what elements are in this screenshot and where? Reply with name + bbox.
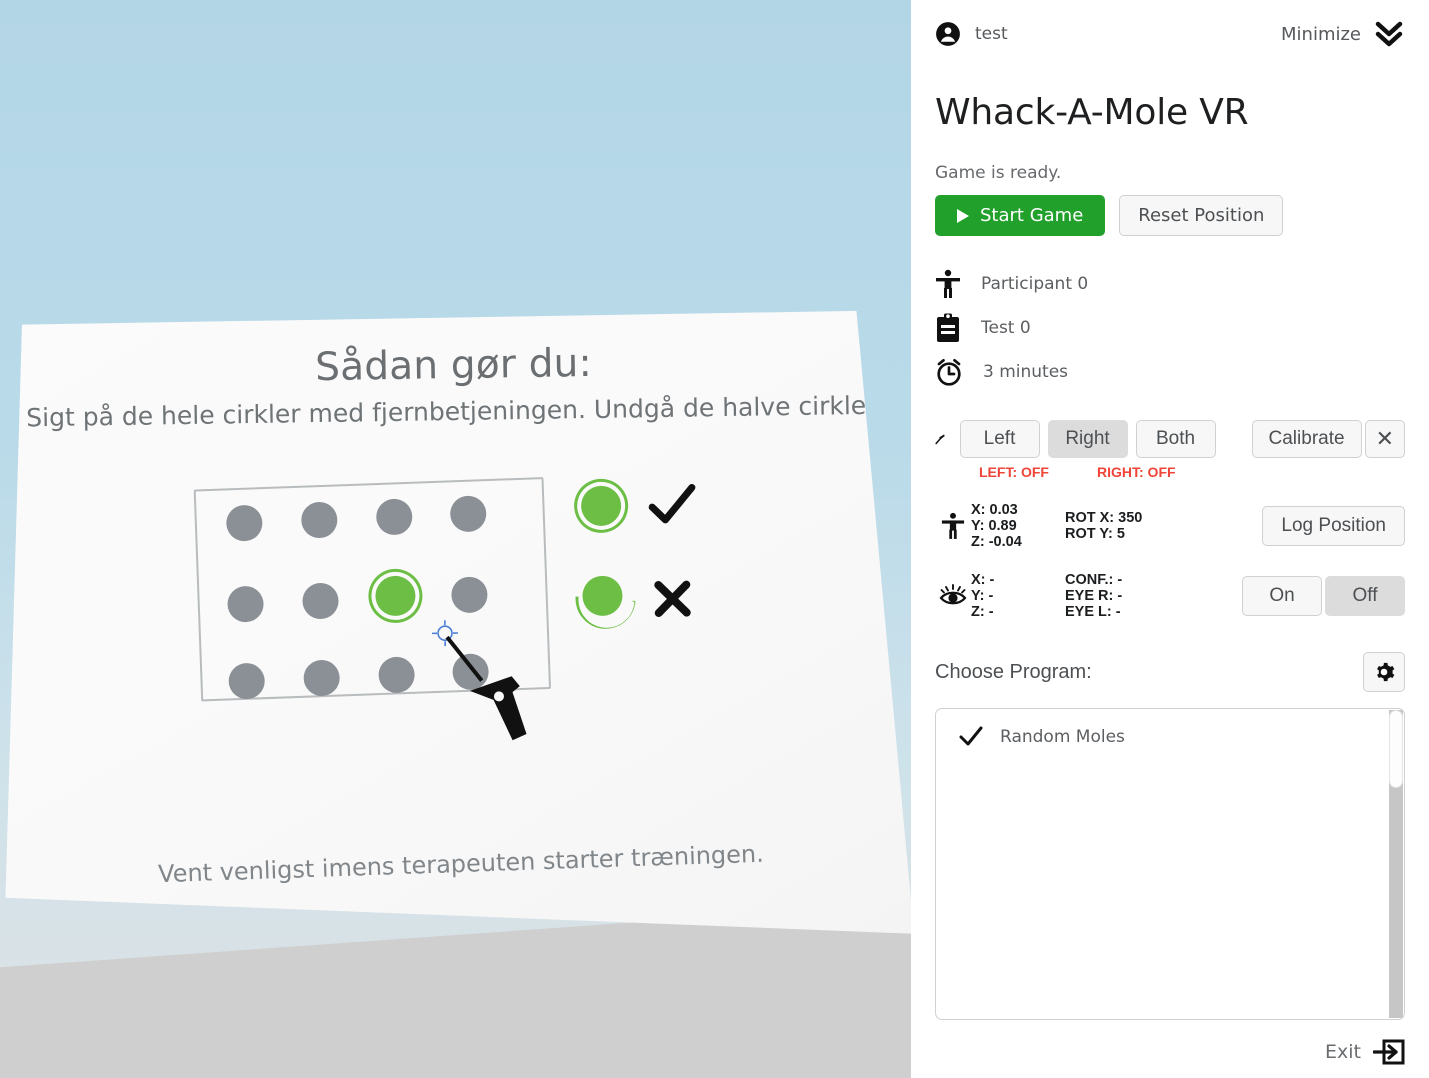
vr-board-footer-text: Vent venligst imens terapeuten starter t…	[157, 839, 765, 889]
start-game-label: Start Game	[980, 205, 1084, 226]
primary-action-row: Start Game Reset Position	[935, 195, 1405, 236]
hand-selection-row: Left Right Both Calibrate ✕	[935, 420, 1405, 458]
eye-toggle-group: On Off	[1242, 576, 1405, 616]
hand-option-left[interactable]: Left	[959, 420, 1040, 458]
position-tracking-row: X: 0.03 Y: 0.89 Z: -0.04 ROT X: 350 ROT …	[935, 502, 1405, 550]
position-xyz: X: 0.03 Y: 0.89 Z: -0.04	[971, 502, 1065, 550]
session-info-list: Participant 0 Test 0 3 minutes	[935, 262, 1405, 394]
exit-arrow-icon	[1373, 1039, 1405, 1065]
vr-instruction-diagram	[188, 466, 712, 764]
clipboard-icon	[937, 313, 959, 342]
panel-topbar: test Minimize	[935, 0, 1405, 58]
eye-y: Y: -	[971, 588, 994, 604]
eye-tracking-row: X: - Y: - Z: - CONF.: - EYE R: - EYE L: …	[935, 572, 1405, 620]
duration-label: 3 minutes	[983, 362, 1069, 382]
eye-tracking-on-button[interactable]: On	[1242, 576, 1322, 616]
accessibility-person-icon	[935, 512, 971, 540]
alarm-clock-icon	[937, 358, 961, 386]
vr-board-content: Sådan gør du: Sigt på de hele cirkler me…	[5, 311, 911, 934]
exit-label: Exit	[1325, 1041, 1361, 1063]
hand-option-both[interactable]: Both	[1135, 420, 1216, 458]
user-name-label: test	[975, 24, 1008, 44]
program-list[interactable]: Random Moles	[935, 708, 1405, 1020]
program-name: Random Moles	[1000, 727, 1125, 747]
vr-board-title: Sådan gør du:	[314, 340, 593, 391]
eye-tracking-off-button[interactable]: Off	[1325, 576, 1405, 616]
test-label: Test 0	[981, 318, 1031, 338]
right-controller-status: RIGHT: OFF	[1097, 464, 1176, 480]
info-row-test: Test 0	[935, 306, 1405, 350]
choose-program-header: Choose Program:	[935, 652, 1405, 692]
scrollbar-thumb[interactable]	[1389, 710, 1403, 788]
info-row-duration: 3 minutes	[935, 350, 1405, 394]
exit-button[interactable]: Exit	[1325, 1038, 1405, 1066]
legend-half-circle	[582, 575, 623, 617]
play-icon	[957, 208, 969, 223]
position-x: X: 0.03	[971, 502, 1018, 518]
vr-board-subtitle: Sigt på de hele cirkler med fjernbetjeni…	[26, 390, 883, 433]
calibrate-button[interactable]: Calibrate	[1251, 420, 1362, 458]
info-row-participant: Participant 0	[935, 262, 1405, 306]
double-chevron-down-icon	[1375, 21, 1403, 47]
hand-option-right[interactable]: Right	[1047, 420, 1128, 458]
choose-program-label: Choose Program:	[935, 660, 1092, 683]
calibrate-group: Calibrate ✕	[1251, 420, 1405, 458]
position-actions: Log Position	[1262, 506, 1405, 546]
position-z: Z: -0.04	[971, 534, 1022, 550]
game-status-text: Game is ready.	[935, 163, 1062, 183]
position-y: Y: 0.89	[971, 518, 1017, 534]
check-icon	[959, 726, 983, 746]
app-root: Sådan gør du: Sigt på de hele cirkler me…	[0, 0, 1429, 1078]
position-rotation: ROT X: 350 ROT Y: 5	[1065, 510, 1215, 542]
check-icon	[648, 484, 696, 524]
eye-xyz: X: - Y: - Z: -	[971, 572, 1065, 620]
eye-icon	[935, 583, 971, 609]
user-area[interactable]: test	[935, 21, 1008, 47]
eye-confidence: CONF.: -	[1065, 572, 1123, 588]
eye-details: CONF.: - EYE R: - EYE L: -	[1065, 572, 1215, 620]
log-position-button[interactable]: Log Position	[1262, 506, 1405, 546]
hammer-icon	[445, 635, 527, 741]
minimize-button[interactable]: Minimize	[1281, 19, 1405, 49]
start-game-button[interactable]: Start Game	[935, 195, 1106, 236]
account-circle-icon	[936, 22, 960, 46]
app-title: Whack-A-Mole VR	[935, 92, 1249, 133]
left-controller-status: LEFT: OFF	[979, 464, 1049, 480]
therapist-control-panel: test Minimize Whack-A-Mole VR Game is re…	[911, 0, 1429, 1078]
eye-right: EYE R: -	[1065, 588, 1123, 604]
reset-position-button[interactable]: Reset Position	[1119, 195, 1284, 236]
vr-scene-preview: Sådan gør du: Sigt på de hele cirkler me…	[0, 0, 911, 1078]
legend-full-circle	[580, 485, 622, 527]
list-item[interactable]: Random Moles	[936, 709, 1404, 765]
cross-icon	[654, 580, 691, 618]
vr-instruction-board: Sådan gør du: Sigt på de hele cirkler me…	[5, 310, 911, 934]
eye-x: X: -	[971, 572, 995, 588]
eye-z: Z: -	[971, 604, 994, 620]
close-x-icon[interactable]: ✕	[1364, 420, 1405, 458]
rotation-x: ROT X: 350	[1065, 510, 1143, 526]
minimize-label: Minimize	[1281, 23, 1361, 45]
hammer-icon	[935, 434, 945, 445]
controller-status-row: LEFT: OFF RIGHT: OFF	[979, 464, 1405, 480]
participant-label: Participant 0	[981, 274, 1089, 294]
rotation-y: ROT Y: 5	[1065, 526, 1125, 542]
program-list-scrollbar[interactable]	[1389, 710, 1403, 1018]
eye-left: EYE L: -	[1065, 604, 1121, 620]
gear-icon[interactable]	[1363, 652, 1405, 692]
accessibility-person-icon	[936, 269, 960, 298]
hand-option-group: Left Right Both	[959, 420, 1216, 458]
